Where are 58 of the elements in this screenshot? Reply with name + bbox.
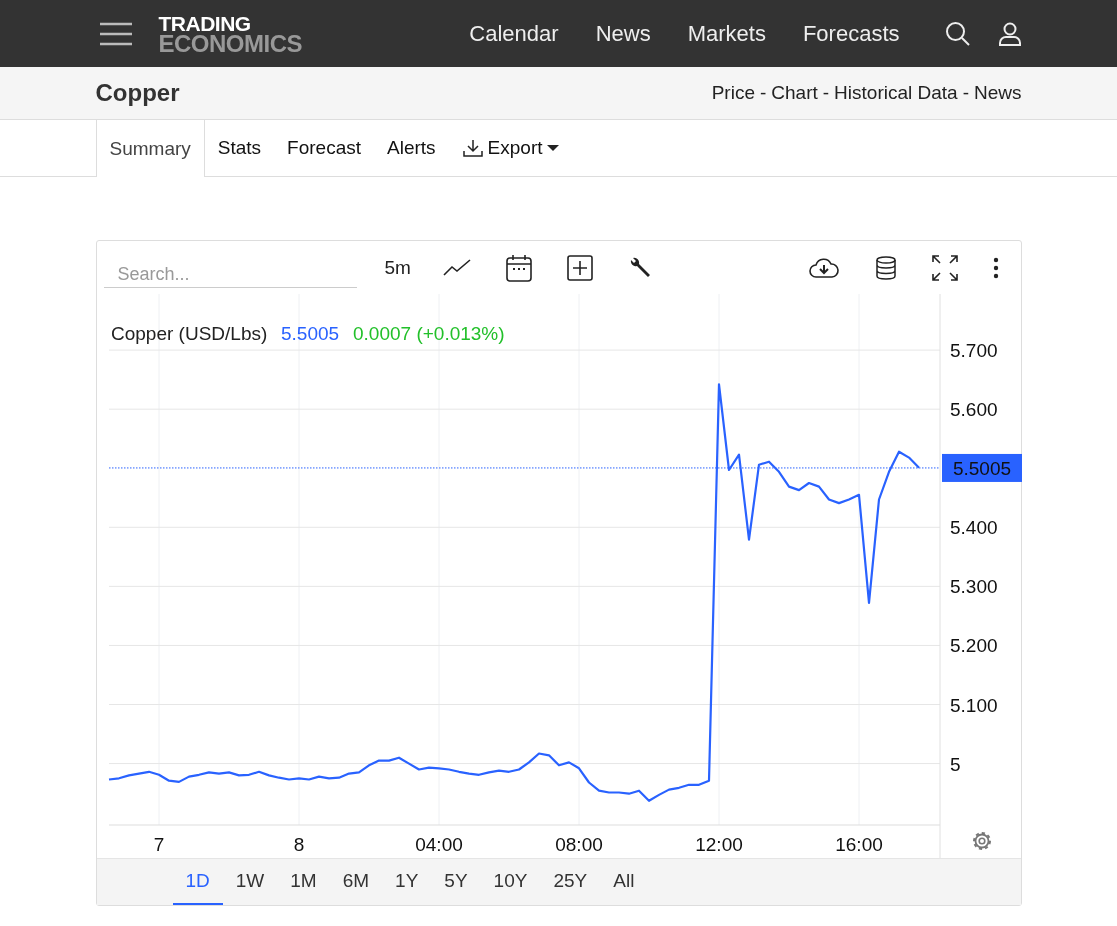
nav-link[interactable]: News: [595, 20, 651, 47]
nav-link[interactable]: Markets: [687, 20, 766, 47]
fullscreen-icon[interactable]: [931, 254, 958, 281]
y-axis-label: 5.100: [949, 694, 998, 716]
range-button[interactable]: 1Y: [382, 859, 432, 905]
x-axis-label: 7: [153, 834, 164, 855]
legend-price: 5.5005: [280, 323, 339, 344]
legend-change: 0.0007 (+0.013%): [352, 323, 505, 344]
cloud-download-icon[interactable]: [807, 255, 840, 280]
section-link[interactable]: Price: [711, 82, 755, 104]
x-axis-label: 04:00: [414, 834, 463, 855]
nav-link[interactable]: Forecasts: [802, 20, 900, 47]
menu-icon[interactable]: [98, 21, 133, 46]
y-axis-label: 5.600: [949, 399, 998, 421]
legend-series-name: Copper (USD/Lbs): [110, 323, 267, 344]
page-title: Copper: [95, 79, 180, 107]
search-icon[interactable]: [944, 20, 971, 47]
separator: -: [822, 82, 830, 104]
range-button[interactable]: All: [600, 859, 648, 905]
tab[interactable]: Forecast: [274, 120, 375, 176]
range-button[interactable]: 1W: [222, 859, 278, 905]
y-axis-label: 5: [949, 753, 961, 775]
last-price-label: 5.5005: [941, 453, 1022, 482]
range-button[interactable]: 5Y: [431, 859, 481, 905]
x-axis-label: 16:00: [834, 834, 883, 855]
tab[interactable]: Stats: [204, 120, 275, 176]
tab[interactable]: Alerts: [374, 120, 449, 176]
range-button[interactable]: 10Y: [480, 859, 541, 905]
caret-icon: [546, 144, 559, 152]
x-axis-label: 8: [293, 834, 304, 855]
database-icon[interactable]: [874, 255, 897, 280]
section-link[interactable]: Historical Data: [834, 82, 958, 104]
logo[interactable]: TRADING ECONOMICS: [158, 13, 302, 54]
separator: -: [962, 82, 969, 104]
y-axis-label: 5.200: [949, 635, 998, 657]
range-button[interactable]: 6M: [329, 859, 383, 905]
calendar-icon[interactable]: [505, 253, 532, 282]
x-axis-label: 12:00: [694, 834, 743, 855]
range-button[interactable]: 1M: [277, 859, 330, 905]
tab[interactable]: Summary: [95, 120, 205, 177]
settings-icon[interactable]: [972, 832, 991, 850]
user-icon[interactable]: [997, 21, 1022, 46]
download-icon: [461, 138, 484, 158]
y-axis-label: 5.400: [949, 517, 998, 539]
interval-button[interactable]: 5m: [384, 256, 411, 279]
section-link[interactable]: Chart: [771, 82, 818, 104]
more-icon[interactable]: [992, 256, 999, 279]
separator: -: [760, 82, 767, 104]
y-axis-label: 5.300: [949, 576, 998, 598]
line-chart-icon[interactable]: [442, 257, 471, 278]
x-axis-label: 08:00: [554, 834, 603, 855]
y-axis-label: 5.700: [949, 340, 998, 362]
range-button[interactable]: 1D: [172, 859, 223, 905]
tab[interactable]: Export: [448, 120, 572, 176]
add-icon[interactable]: [566, 254, 593, 281]
range-button[interactable]: 25Y: [540, 859, 601, 905]
section-link[interactable]: News: [974, 82, 1022, 104]
nav-link[interactable]: Calendar: [469, 20, 559, 47]
